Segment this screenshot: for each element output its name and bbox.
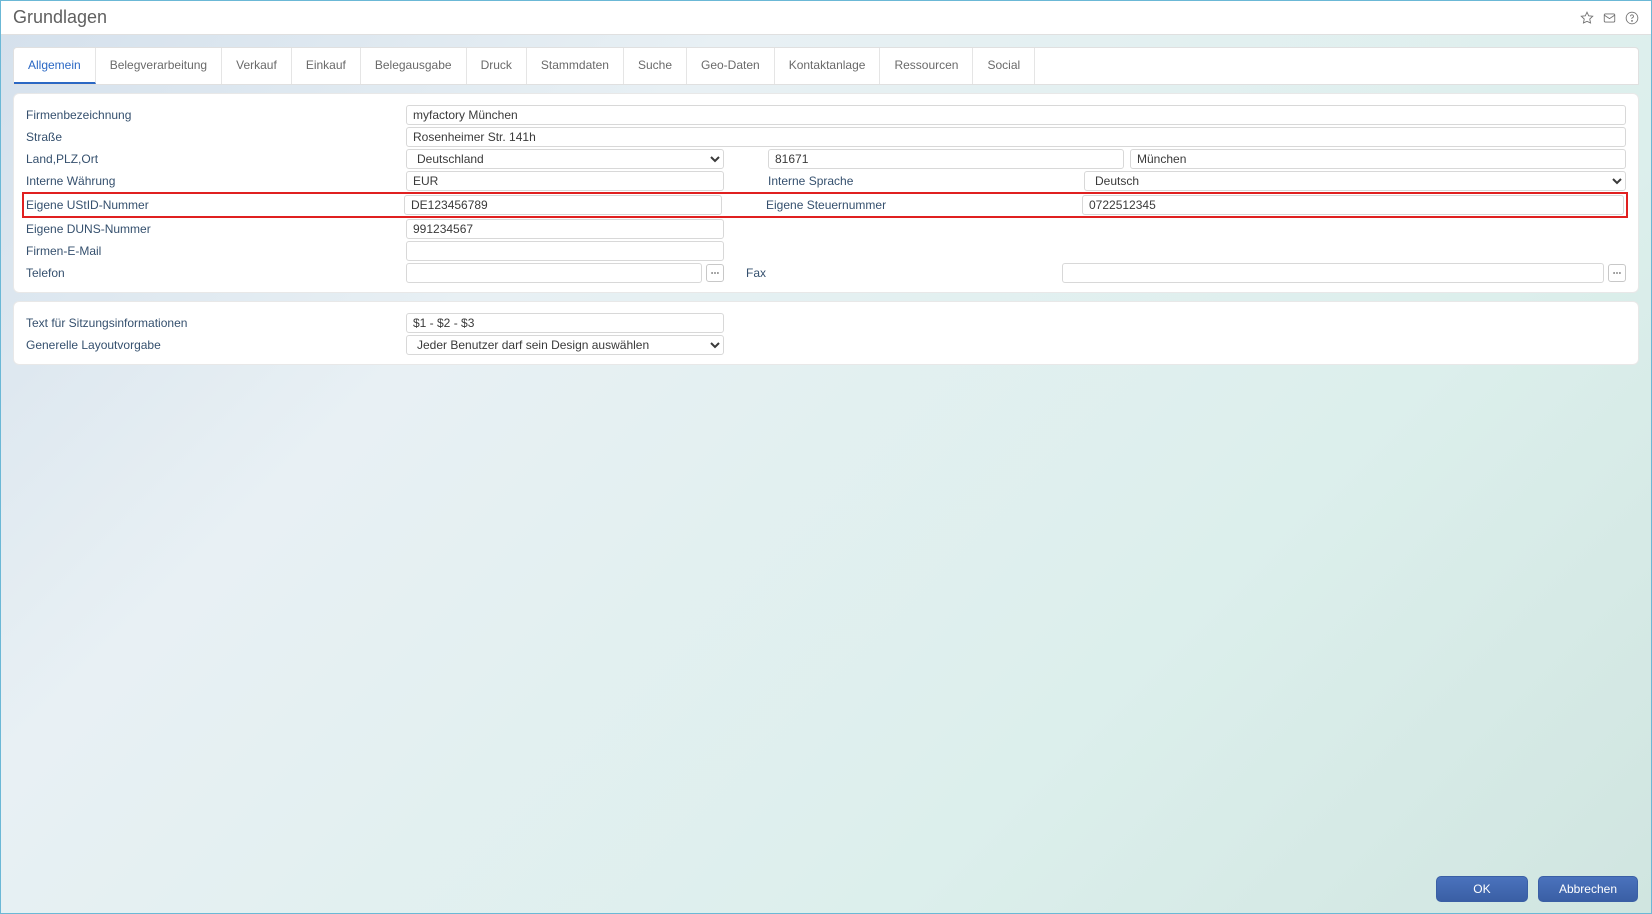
tab-belegverarbeitung[interactable]: Belegverarbeitung bbox=[96, 48, 222, 84]
tab-suche[interactable]: Suche bbox=[624, 48, 687, 84]
sprache-select[interactable]: Deutsch bbox=[1084, 171, 1626, 191]
label-strasse: Straße bbox=[26, 130, 406, 144]
footer-buttons: OK Abbrechen bbox=[1436, 876, 1638, 902]
tab-geodaten[interactable]: Geo-Daten bbox=[687, 48, 775, 84]
fax-more-button[interactable] bbox=[1608, 264, 1626, 282]
fax-field[interactable] bbox=[1062, 263, 1604, 283]
tab-druck[interactable]: Druck bbox=[467, 48, 527, 84]
label-steuernummer: Eigene Steuernummer bbox=[722, 198, 1082, 212]
star-icon[interactable] bbox=[1580, 11, 1594, 25]
firmenbezeichnung-field[interactable] bbox=[406, 105, 1626, 125]
ustid-row-highlight: Eigene UStID-Nummer Eigene Steuernummer bbox=[22, 192, 1628, 218]
telefon-field[interactable] bbox=[406, 263, 702, 283]
duns-field[interactable] bbox=[406, 219, 724, 239]
cancel-button[interactable]: Abbrechen bbox=[1538, 876, 1638, 902]
firmen-email-field[interactable] bbox=[406, 241, 724, 261]
label-telefon: Telefon bbox=[26, 266, 406, 280]
tab-allgemein[interactable]: Allgemein bbox=[14, 48, 96, 84]
mail-icon[interactable] bbox=[1602, 11, 1617, 25]
title-icon-group bbox=[1580, 11, 1639, 25]
ort-field[interactable] bbox=[1130, 149, 1626, 169]
label-sitzungsinfo: Text für Sitzungsinformationen bbox=[26, 316, 406, 330]
label-ustid: Eigene UStID-Nummer bbox=[26, 198, 404, 212]
label-sprache: Interne Sprache bbox=[724, 174, 1084, 188]
label-firmen-email: Firmen-E-Mail bbox=[26, 244, 406, 258]
panel-general: Firmenbezeichnung Straße Land,PLZ,Ort De… bbox=[13, 93, 1639, 293]
label-landplzort: Land,PLZ,Ort bbox=[26, 152, 406, 166]
sitzungsinfo-field[interactable] bbox=[406, 313, 724, 333]
plz-field[interactable] bbox=[768, 149, 1124, 169]
layoutvorgabe-select[interactable]: Jeder Benutzer darf sein Design auswähle… bbox=[406, 335, 724, 355]
tab-social[interactable]: Social bbox=[973, 48, 1035, 84]
tab-belegausgabe[interactable]: Belegausgabe bbox=[361, 48, 467, 84]
ustid-field[interactable] bbox=[404, 195, 722, 215]
land-select[interactable]: Deutschland bbox=[406, 149, 724, 169]
page-title: Grundlagen bbox=[13, 7, 107, 28]
label-fax: Fax bbox=[702, 266, 1062, 280]
steuernummer-field[interactable] bbox=[1082, 195, 1624, 215]
tab-kontaktanlage[interactable]: Kontaktanlage bbox=[775, 48, 881, 84]
tab-verkauf[interactable]: Verkauf bbox=[222, 48, 292, 84]
tab-ressourcen[interactable]: Ressourcen bbox=[880, 48, 973, 84]
label-duns: Eigene DUNS-Nummer bbox=[26, 222, 406, 236]
label-layoutvorgabe: Generelle Layoutvorgabe bbox=[26, 338, 406, 352]
tab-bar: Allgemein Belegverarbeitung Verkauf Eink… bbox=[13, 47, 1639, 85]
label-firmenbezeichnung: Firmenbezeichnung bbox=[26, 108, 406, 122]
help-icon[interactable] bbox=[1625, 11, 1639, 25]
tab-einkauf[interactable]: Einkauf bbox=[292, 48, 361, 84]
strasse-field[interactable] bbox=[406, 127, 1626, 147]
panel-session: Text für Sitzungsinformationen Generelle… bbox=[13, 301, 1639, 365]
waehrung-field[interactable] bbox=[406, 171, 724, 191]
titlebar: Grundlagen bbox=[1, 1, 1651, 35]
label-waehrung: Interne Währung bbox=[26, 174, 406, 188]
tab-stammdaten[interactable]: Stammdaten bbox=[527, 48, 624, 84]
telefon-more-button[interactable] bbox=[706, 264, 724, 282]
ok-button[interactable]: OK bbox=[1436, 876, 1528, 902]
